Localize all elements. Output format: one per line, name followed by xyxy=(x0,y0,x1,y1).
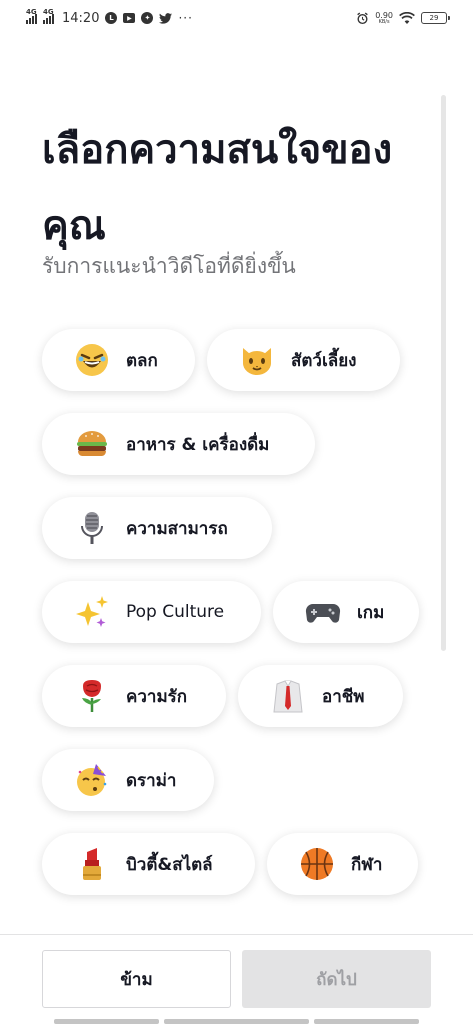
interest-chip-drama[interactable]: ดราม่า xyxy=(42,749,214,811)
network-speed-unit: KB/s xyxy=(378,18,390,25)
network-type-2: 4G xyxy=(43,8,54,16)
next-button[interactable]: ถัดไป xyxy=(242,950,431,1008)
cellular-signal-icon-2: 4G xyxy=(43,8,54,24)
skip-button[interactable]: ข้าม xyxy=(42,950,231,1008)
interest-chip-label: ความรัก xyxy=(126,686,188,707)
interest-chip-sports[interactable]: กีฬา xyxy=(267,833,418,895)
youtube-app-icon: ▶ xyxy=(123,13,136,23)
interest-chip-label: เกม xyxy=(357,602,385,623)
twitter-app-icon xyxy=(159,12,173,24)
interest-chip-talent[interactable]: ความสามารถ xyxy=(42,497,272,559)
interest-chip-pets[interactable]: สัตว์เลี้ยง xyxy=(207,329,400,391)
system-nav-indicator-left xyxy=(54,1019,159,1024)
interest-chip-comedy[interactable]: ตลก xyxy=(42,329,195,391)
interest-chip-beauty-style[interactable]: บิวตี้&สไตล์ xyxy=(42,833,255,895)
interest-chip-games[interactable]: เกม xyxy=(273,581,419,643)
alarm-icon xyxy=(356,12,369,25)
page-title: เลือกความสนใจของคุณ xyxy=(42,127,393,249)
interest-chip-love[interactable]: ความรัก xyxy=(42,665,226,727)
interest-chip-label: สัตว์เลี้ยง xyxy=(291,350,357,371)
interest-chip-label: กีฬา xyxy=(351,854,383,875)
status-bar-left: 4G 4G 14:20 L ▶ ✦ ··· xyxy=(26,8,193,26)
interest-chip-label: ตลก xyxy=(126,350,158,371)
bottom-divider xyxy=(0,934,473,935)
status-bar-right: 0.90 KB/s 29 xyxy=(356,11,450,25)
network-speed: 0.90 KB/s xyxy=(375,11,393,25)
line-app-icon: L xyxy=(105,12,118,24)
sparkles-emoji-icon xyxy=(74,594,110,630)
status-time: 14:20 xyxy=(62,10,100,26)
scrollbar[interactable] xyxy=(441,95,446,651)
rose-emoji-icon xyxy=(74,678,110,714)
microphone-emoji-icon xyxy=(74,510,110,546)
interest-chip-label: Pop Culture xyxy=(126,602,225,622)
overflow-notifications-icon: ··· xyxy=(178,11,193,25)
interest-chip-pop-culture[interactable]: Pop Culture xyxy=(42,581,261,643)
interest-chip-label: อาหาร & เครื่องดื่ม xyxy=(126,434,270,455)
interest-chip-label: อาชีพ xyxy=(322,686,365,707)
page-subtitle: รับการแนะนำวิดีโอที่ดียิ่งขึ้น xyxy=(42,254,296,278)
status-bar: 4G 4G 14:20 L ▶ ✦ ··· 0.90 KB/s 29 xyxy=(0,0,473,36)
interest-chip-label: ดราม่า xyxy=(126,770,177,791)
cellular-signal-icon-1: 4G xyxy=(26,8,37,24)
laughing-emoji-icon xyxy=(74,342,110,378)
shirt-tie-emoji-icon xyxy=(270,678,306,714)
network-type-1: 4G xyxy=(26,8,37,16)
system-nav-indicator-right xyxy=(314,1019,419,1024)
basketball-emoji-icon xyxy=(299,846,335,882)
lipstick-emoji-icon xyxy=(74,846,110,882)
gamepad-emoji-icon xyxy=(305,594,341,630)
cat-emoji-icon xyxy=(239,342,275,378)
interest-chip-label: ความสามารถ xyxy=(126,518,228,539)
party-face-emoji-icon xyxy=(74,762,110,798)
battery-icon: 29 xyxy=(421,12,450,24)
system-nav-indicator-center xyxy=(164,1019,309,1024)
compass-app-icon: ✦ xyxy=(141,12,154,24)
interest-chip-label: บิวตี้&สไตล์ xyxy=(126,854,213,875)
burger-emoji-icon xyxy=(74,426,110,462)
interest-chip-career[interactable]: อาชีพ xyxy=(238,665,403,727)
interest-chip-food-drink[interactable]: อาหาร & เครื่องดื่ม xyxy=(42,413,315,475)
wifi-icon xyxy=(399,12,415,24)
